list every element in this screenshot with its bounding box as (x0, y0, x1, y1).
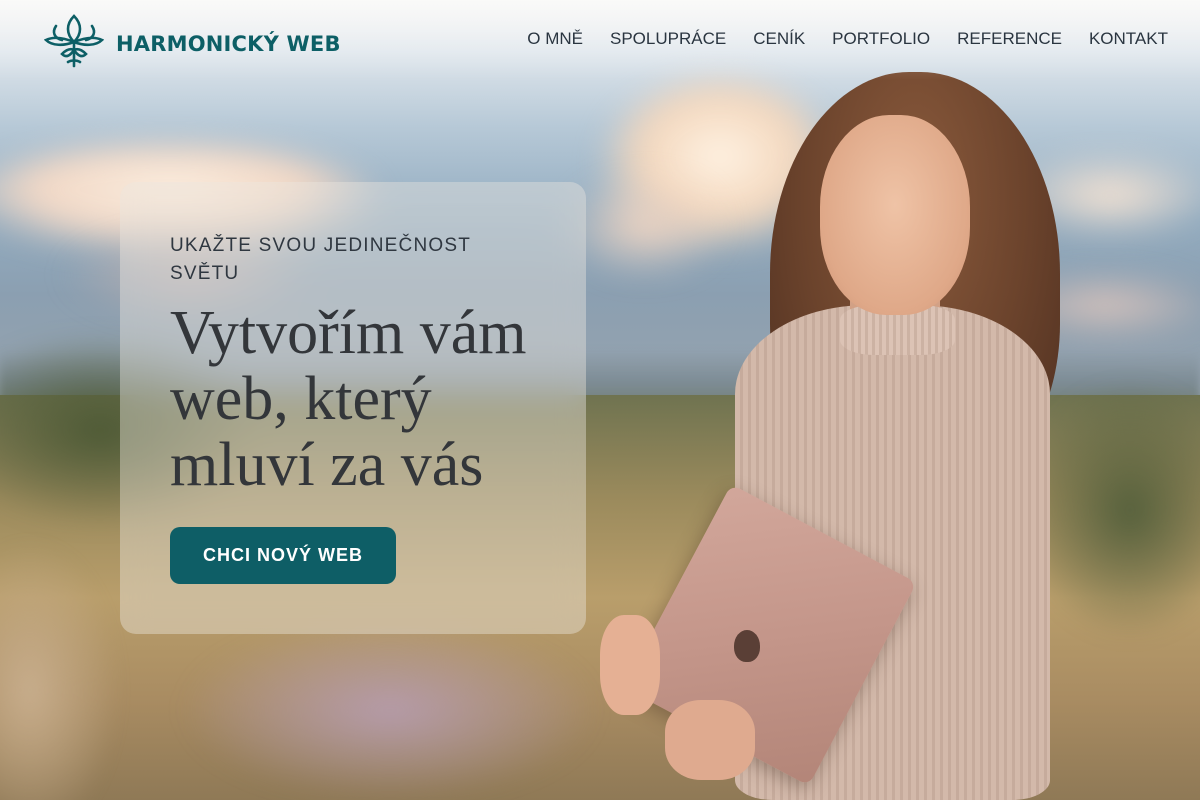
brand-name: HARMONICKÝ WEB (116, 31, 341, 56)
hero-card: UKAŽTE SVOU JEDINEČNOST SVĚTU Vytvořím v… (120, 182, 586, 634)
woman-face (820, 115, 970, 315)
nav-item-spoluprace[interactable]: SPOLUPRÁCE (610, 29, 726, 49)
nav-item-kontakt[interactable]: KONTAKT (1089, 29, 1168, 49)
lotus-ornament-icon (43, 12, 105, 75)
laptop-logo-icon (734, 630, 760, 662)
main-nav: O MNĚ SPOLUPRÁCE CENÍK PORTFOLIO REFEREN… (500, 29, 1168, 49)
nav-item-reference[interactable]: REFERENCE (957, 29, 1062, 49)
nav-item-cenik[interactable]: CENÍK (753, 29, 805, 49)
woman-hand (600, 615, 660, 715)
hero-eyebrow: UKAŽTE SVOU JEDINEČNOST SVĚTU (170, 235, 471, 284)
hero-headline: Vytvořím vám web, který mluví za vás (170, 299, 527, 499)
wildflowers (180, 620, 600, 800)
nav-item-portfolio[interactable]: PORTFOLIO (832, 29, 930, 49)
new-website-cta-button[interactable]: CHCI NOVÝ WEB (170, 527, 396, 584)
nav-item-o-mne[interactable]: O MNĚ (527, 29, 583, 49)
site-logo[interactable]: HARMONICKÝ WEB (43, 12, 341, 75)
woman-hand (665, 700, 755, 780)
site-header: HARMONICKÝ WEB O MNĚ SPOLUPRÁCE CENÍK PO… (0, 0, 1200, 80)
